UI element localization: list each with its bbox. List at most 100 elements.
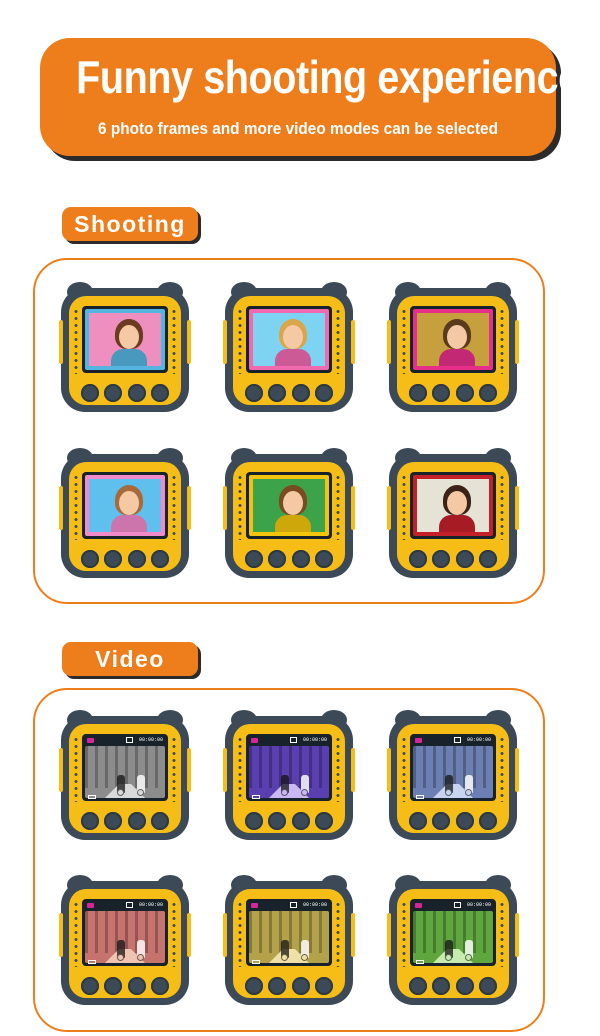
camera-button <box>478 812 497 830</box>
camera-button <box>150 977 169 995</box>
camera-screen <box>82 306 168 373</box>
bike-wheel <box>301 954 308 961</box>
camera-screen <box>246 306 332 373</box>
resolution-icon <box>126 902 133 908</box>
battery-icon <box>252 795 260 799</box>
shooting-camera-2 <box>223 282 355 414</box>
photo-frame-preview <box>413 475 493 536</box>
shooting-camera-5 <box>223 448 355 580</box>
speaker-dots <box>237 736 243 802</box>
camera-buttons <box>81 812 169 830</box>
video-hud: 00:00:00 <box>413 737 493 799</box>
camera-side-grip <box>515 320 519 364</box>
camera-button <box>81 384 99 402</box>
bike-wheel <box>281 954 288 961</box>
battery-icon <box>416 960 424 964</box>
battery-icon <box>88 795 96 799</box>
bike-scene <box>249 911 329 963</box>
camera-button <box>478 977 497 995</box>
video-camera-5: 00:00:00 <box>223 875 355 1007</box>
speaker-dots <box>237 308 243 374</box>
video-record-icon <box>87 903 94 908</box>
child-shirt <box>111 349 147 366</box>
camera-side-grip <box>351 748 355 792</box>
camera-button <box>245 812 263 830</box>
bike-wheel <box>445 789 452 796</box>
camera-button <box>291 550 310 568</box>
camera-button <box>81 977 99 995</box>
camera-button <box>245 977 263 995</box>
camera-button <box>314 550 333 568</box>
video-hud: 00:00:00 <box>85 902 165 964</box>
speaker-dots <box>401 308 407 374</box>
speaker-dots <box>73 308 79 374</box>
camera-buttons <box>409 812 497 830</box>
camera-screen <box>246 472 332 539</box>
video-camera-3: 00:00:00 <box>387 710 519 842</box>
speaker-dots <box>499 308 505 374</box>
video-section-label: Video <box>62 642 198 676</box>
video-timer: 00:00:00 <box>138 737 163 743</box>
speaker-dots <box>73 901 79 967</box>
camera-side-grip <box>187 748 191 792</box>
camera-button <box>432 550 451 568</box>
camera-side-grip <box>59 748 63 792</box>
camera-side-grip <box>515 913 519 957</box>
video-preview-cool: 00:00:00 <box>410 734 496 801</box>
speaker-dots <box>499 736 505 802</box>
video-timer: 00:00:00 <box>466 902 491 908</box>
shooting-camera-6 <box>387 448 519 580</box>
camera-button <box>127 550 146 568</box>
child-face <box>283 325 303 349</box>
camera-button <box>104 550 123 568</box>
camera-side-grip <box>515 748 519 792</box>
video-preview-warm: 00:00:00 <box>82 899 168 966</box>
camera-side-grip <box>223 486 227 530</box>
camera-button <box>314 812 333 830</box>
camera-buttons <box>81 977 169 995</box>
camera-buttons <box>409 977 497 995</box>
camera-button <box>104 384 123 402</box>
camera-button <box>127 812 146 830</box>
video-hud: 00:00:00 <box>249 737 329 799</box>
bike-scene <box>413 746 493 798</box>
child-shirt <box>439 515 475 532</box>
photo-frame-preview <box>249 475 329 536</box>
camera-button <box>150 550 169 568</box>
camera-button <box>150 384 169 402</box>
video-hud: 00:00:00 <box>85 737 165 799</box>
camera-screen <box>82 472 168 539</box>
camera-side-grip <box>223 320 227 364</box>
speaker-dots <box>335 736 341 802</box>
bike-wheel <box>137 954 144 961</box>
video-camera-4: 00:00:00 <box>59 875 191 1007</box>
speaker-dots <box>335 308 341 374</box>
camera-button <box>478 384 497 402</box>
speaker-dots <box>335 901 341 967</box>
speaker-dots <box>171 474 177 540</box>
speaker-dots <box>499 474 505 540</box>
camera-button <box>268 812 287 830</box>
speaker-dots <box>335 474 341 540</box>
camera-button <box>314 977 333 995</box>
bike-wheel <box>465 954 472 961</box>
battery-icon <box>88 960 96 964</box>
video-timer: 00:00:00 <box>138 902 163 908</box>
child-shirt <box>275 515 311 532</box>
camera-buttons <box>81 384 169 402</box>
camera-button <box>81 812 99 830</box>
camera-buttons <box>81 550 169 568</box>
camera-side-grip <box>187 320 191 364</box>
camera-side-grip <box>187 486 191 530</box>
speaker-dots <box>73 736 79 802</box>
speaker-dots <box>499 901 505 967</box>
shooting-camera-3 <box>387 282 519 414</box>
video-hud: 00:00:00 <box>249 902 329 964</box>
photo-frame-preview <box>413 309 493 370</box>
photo-frame-preview <box>85 309 165 370</box>
camera-buttons <box>245 550 333 568</box>
camera-button <box>314 384 333 402</box>
shooting-section-label: Shooting <box>62 207 198 241</box>
speaker-dots <box>237 901 243 967</box>
resolution-icon <box>290 737 297 743</box>
